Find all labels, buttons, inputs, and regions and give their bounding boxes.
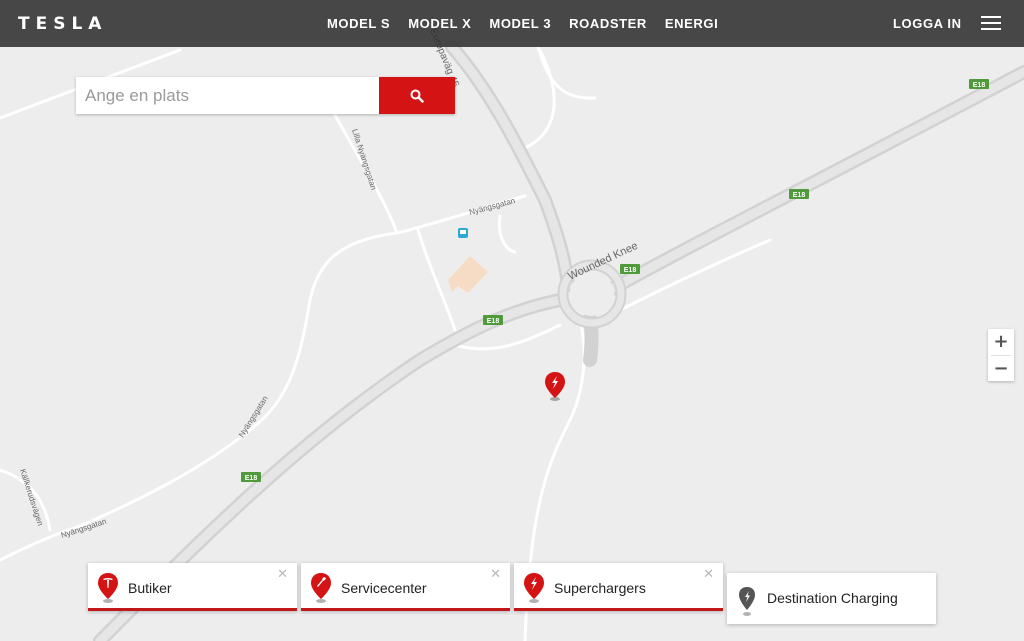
filter-label: Servicecenter	[341, 580, 427, 596]
location-search	[76, 77, 455, 114]
top-navigation-bar: TESLA MODEL S MODEL X MODEL 3 ROADSTER E…	[0, 0, 1024, 47]
search-icon	[410, 89, 424, 103]
filter-servicecenter[interactable]: Servicecenter ✕	[301, 563, 510, 611]
filter-label: Destination Charging	[767, 590, 898, 606]
e18-label: E18	[487, 318, 500, 325]
filter-butiker[interactable]: Butiker ✕	[88, 563, 297, 611]
zoom-out-button[interactable]: −	[988, 356, 1014, 382]
zoom-controls: + −	[988, 329, 1014, 381]
wrench-pin-icon	[311, 573, 331, 603]
supercharger-pin-icon	[524, 573, 544, 603]
filter-destination-charging[interactable]: Destination Charging	[727, 573, 936, 624]
nav-model-x[interactable]: MODEL X	[399, 16, 480, 31]
close-icon[interactable]: ✕	[703, 567, 714, 582]
close-icon[interactable]: ✕	[490, 567, 501, 582]
location-search-input[interactable]	[76, 77, 379, 114]
nav-energi[interactable]: ENERGI	[656, 16, 727, 31]
close-icon[interactable]: ✕	[277, 567, 288, 582]
filter-superchargers[interactable]: Superchargers ✕	[514, 563, 723, 611]
e18-label: E18	[245, 475, 258, 482]
zoom-in-button[interactable]: +	[988, 329, 1014, 355]
e18-label: E18	[624, 267, 637, 274]
main-nav: MODEL S MODEL X MODEL 3 ROADSTER ENERGI	[318, 0, 727, 47]
search-button[interactable]	[379, 77, 455, 114]
e18-label: E18	[793, 192, 806, 199]
nav-model-s[interactable]: MODEL S	[318, 16, 399, 31]
destination-charging-pin-icon	[739, 587, 755, 616]
filter-label: Butiker	[128, 580, 172, 596]
tesla-store-pin-icon	[98, 573, 118, 603]
filter-label: Superchargers	[554, 580, 646, 596]
nav-roadster[interactable]: ROADSTER	[560, 16, 656, 31]
nav-model-3[interactable]: MODEL 3	[480, 16, 560, 31]
menu-hamburger-icon[interactable]	[981, 16, 1001, 30]
tesla-logo[interactable]: TESLA	[18, 14, 107, 34]
e18-label: E18	[973, 82, 986, 89]
login-link[interactable]: LOGGA IN	[893, 16, 962, 31]
